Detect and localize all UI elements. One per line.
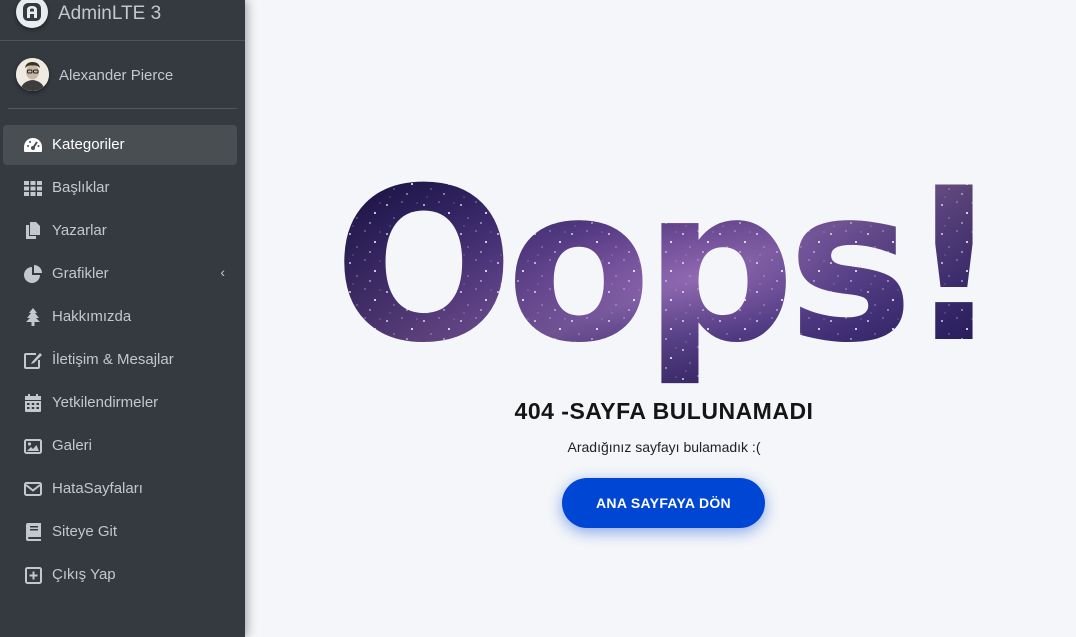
image-icon: [23, 437, 43, 455]
sidebar-item-label: Yazarlar: [52, 222, 107, 239]
calendar-icon: [23, 394, 43, 412]
sidebar-item-siteye-git[interactable]: Siteye Git: [3, 512, 237, 552]
brand-text: AdminLTE 3: [58, 3, 162, 24]
sidebar: AdminLTE 3 Alexander Pierce Kategoriler …: [0, 0, 245, 637]
tree-icon: [23, 308, 43, 326]
th-grid-icon: [23, 179, 43, 197]
book-icon: [23, 523, 43, 541]
chevron-left-icon[interactable]: ‹: [220, 264, 225, 280]
edit-icon: [23, 351, 43, 369]
sidebar-nav: Kategoriler Başlıklar Yazarlar Grafikler…: [0, 125, 245, 598]
user-name: Alexander Pierce: [59, 67, 174, 84]
user-avatar: [16, 58, 49, 91]
error-title: 404 -SAYFA BULUNAMADI: [514, 398, 814, 424]
oops-headline: Oops! Oops! Oops!: [334, 170, 1003, 389]
user-panel-divider: [8, 108, 237, 109]
sidebar-item-label: HataSayfaları: [52, 480, 143, 497]
error-description: Aradığınız sayfayı bulamadık :(: [567, 439, 761, 455]
brand-link[interactable]: AdminLTE 3: [0, 0, 245, 41]
adminlte-logo-icon: [16, 0, 48, 28]
sidebar-item-galeri[interactable]: Galeri: [3, 426, 237, 466]
user-panel[interactable]: Alexander Pierce: [0, 42, 245, 109]
sidebar-item-label: Grafikler: [52, 265, 109, 282]
sidebar-item-label: Siteye Git: [52, 523, 118, 540]
sidebar-item-hatasayfalari[interactable]: HataSayfaları: [3, 469, 237, 509]
sidebar-item-label: Başlıklar: [52, 179, 110, 196]
sidebar-item-label: Kategoriler: [52, 136, 125, 153]
copy-icon: [23, 222, 43, 240]
sidebar-item-yetkilendirmeler[interactable]: Yetkilendirmeler: [3, 383, 237, 423]
oops-text-stars: Oops!: [334, 170, 995, 389]
sidebar-item-label: Galeri: [52, 437, 93, 454]
sidebar-item-grafikler[interactable]: Grafikler ‹: [3, 254, 237, 294]
sidebar-item-hakkimizda[interactable]: Hakkımızda: [3, 297, 237, 337]
sidebar-item-yazarlar[interactable]: Yazarlar: [3, 211, 237, 251]
plus-square-icon: [23, 566, 43, 584]
tachometer-icon: [23, 136, 43, 154]
sidebar-item-kategoriler[interactable]: Kategoriler: [3, 125, 237, 165]
sidebar-item-label: İletişim & Mesajlar: [52, 351, 174, 368]
sidebar-item-label: Çıkış Yap: [52, 566, 116, 583]
chart-pie-icon: [23, 265, 43, 283]
sidebar-item-label: Yetkilendirmeler: [52, 394, 159, 411]
sidebar-item-cikis-yap[interactable]: Çıkış Yap: [3, 555, 237, 595]
envelope-icon: [23, 480, 43, 498]
sidebar-item-basliklar[interactable]: Başlıklar: [3, 168, 237, 208]
sidebar-item-iletisim[interactable]: İletişim & Mesajlar: [3, 340, 237, 380]
main-content: Oops! Oops! Oops! 404 -SAYFA BULUNAMADI …: [245, 0, 1076, 637]
sidebar-item-label: Hakkımızda: [52, 308, 132, 325]
home-button[interactable]: ANA SAYFAYA DÖN: [562, 478, 765, 528]
